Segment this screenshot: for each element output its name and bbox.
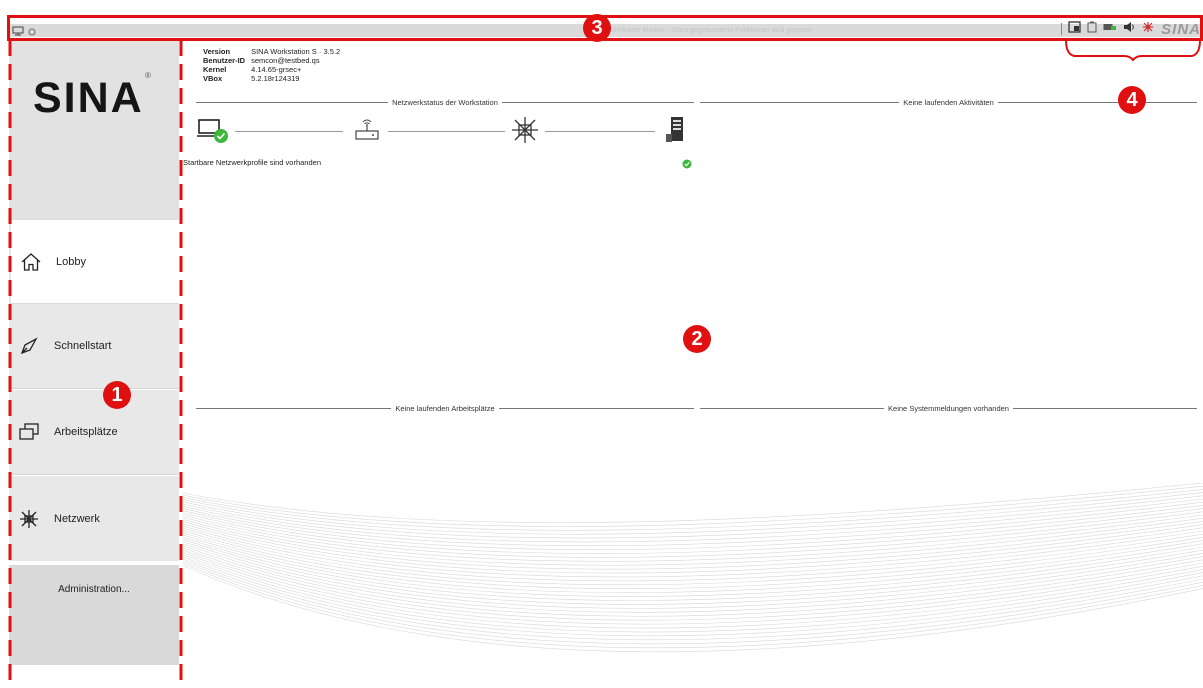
annotation-box-sidebar [8,39,1201,688]
annotation-marker-4: 4 [1118,86,1146,114]
annotation-marker-3: 3 [583,14,611,42]
annotation-marker-1: 1 [103,381,131,409]
annotation-marker-2: 2 [683,325,711,353]
